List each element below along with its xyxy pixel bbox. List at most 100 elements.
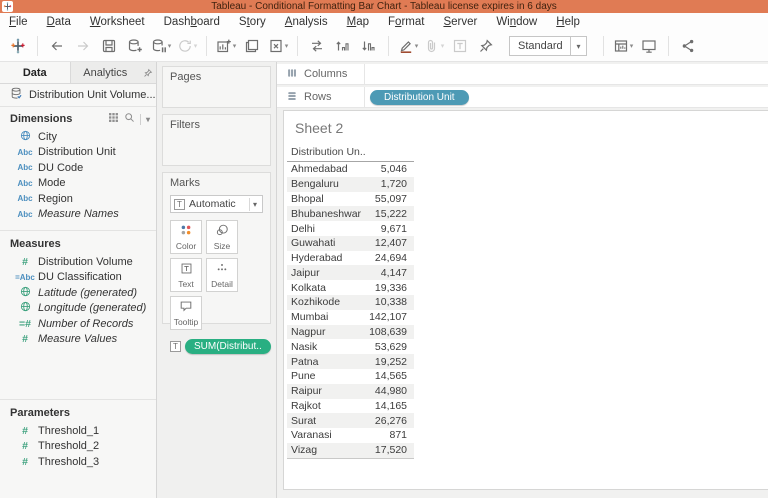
distribution-unit-pill[interactable]: Distribution Unit <box>370 90 469 105</box>
fix-axes-button[interactable] <box>475 34 497 58</box>
parameter-field-threshold-2[interactable]: #Threshold_2 <box>0 439 156 455</box>
presentation-mode-button[interactable] <box>638 34 660 58</box>
row-header-cell[interactable]: Jaipur <box>287 265 365 280</box>
dimension-field-region[interactable]: AbcRegion <box>0 191 156 207</box>
value-cell[interactable]: 26,276 <box>365 413 414 428</box>
sort-descending-button[interactable] <box>358 34 380 58</box>
dimension-field-city[interactable]: City <box>0 129 156 145</box>
dimension-field-mode[interactable]: AbcMode <box>0 176 156 192</box>
value-cell[interactable]: 12,407 <box>365 236 414 251</box>
row-header-cell[interactable]: Bengaluru <box>287 177 365 192</box>
filters-shelf[interactable]: Filters <box>162 114 271 166</box>
row-header-cell[interactable]: Nagpur <box>287 325 365 340</box>
row-header-cell[interactable]: Raipur <box>287 384 365 399</box>
value-cell[interactable]: 5,046 <box>365 162 414 177</box>
row-header-cell[interactable]: Patna <box>287 354 365 369</box>
row-header-cell[interactable]: Kozhikode <box>287 295 365 310</box>
highlight-button[interactable]: ▾ <box>397 34 419 58</box>
value-cell[interactable]: 55,097 <box>365 192 414 207</box>
menu-format[interactable]: Format <box>388 16 424 28</box>
dimension-field-measure-names[interactable]: AbcMeasure Names <box>0 207 156 223</box>
value-cell[interactable]: 871 <box>365 428 414 443</box>
row-header-cell[interactable]: Bhubaneshwar <box>287 206 365 221</box>
measure-field-distribution-volume[interactable]: #Distribution Volume <box>0 254 156 270</box>
datasource-item[interactable]: Distribution Unit Volume... <box>0 84 156 107</box>
tab-data[interactable]: Data <box>0 62 71 83</box>
mark-type-dropdown[interactable]: T Automatic ▾ <box>170 195 263 213</box>
value-cell[interactable]: 24,694 <box>365 251 414 266</box>
value-cell[interactable]: 53,629 <box>365 339 414 354</box>
tab-analytics[interactable]: Analytics <box>71 62 141 83</box>
pin-icon[interactable] <box>140 62 156 83</box>
undo-button[interactable] <box>46 34 68 58</box>
swap-rows-columns-button[interactable] <box>306 34 328 58</box>
value-cell[interactable]: 14,565 <box>365 369 414 384</box>
menu-window[interactable]: Window <box>496 16 537 28</box>
view-grid-icon[interactable] <box>108 112 119 126</box>
marks-detail-button[interactable]: Detail <box>206 258 238 292</box>
row-header-cell[interactable]: Nasik <box>287 339 365 354</box>
columns-shelf[interactable]: Columns <box>277 64 768 85</box>
menu-dashboard[interactable]: Dashboard <box>164 16 220 28</box>
fit-selector[interactable]: Standard▾ <box>509 36 587 56</box>
menu-help[interactable]: Help <box>556 16 580 28</box>
row-header-cell[interactable]: Bhopal <box>287 192 365 207</box>
tableau-logo[interactable] <box>7 34 29 58</box>
menu-story[interactable]: Story <box>239 16 266 28</box>
duplicate-sheet-button[interactable] <box>241 34 263 58</box>
dimension-field-distribution-unit[interactable]: AbcDistribution Unit <box>0 145 156 161</box>
row-header-cell[interactable]: Ahmedabad <box>287 162 365 177</box>
menu-data[interactable]: Data <box>47 16 71 28</box>
value-cell[interactable]: 17,520 <box>365 443 414 458</box>
marks-tooltip-button[interactable]: Tooltip <box>170 296 202 330</box>
value-cell[interactable]: 4,147 <box>365 265 414 280</box>
menu-file[interactable]: File <box>9 16 28 28</box>
row-header-cell[interactable]: Rajkot <box>287 399 365 414</box>
new-worksheet-button[interactable]: ▾ <box>215 34 237 58</box>
parameter-field-threshold-1[interactable]: #Threshold_1 <box>0 423 156 439</box>
value-cell[interactable]: 9,671 <box>365 221 414 236</box>
sort-ascending-button[interactable] <box>332 34 354 58</box>
measure-field-du-classification[interactable]: =AbcDU Classification <box>0 270 156 286</box>
row-header-cell[interactable]: Surat <box>287 413 365 428</box>
marks-text-button[interactable]: Text <box>170 258 202 292</box>
value-cell[interactable]: 108,639 <box>365 325 414 340</box>
value-cell[interactable]: 44,980 <box>365 384 414 399</box>
rows-shelf[interactable]: Rows Distribution Unit <box>277 87 768 108</box>
row-header-cell[interactable]: Delhi <box>287 221 365 236</box>
menu-server[interactable]: Server <box>443 16 477 28</box>
value-cell[interactable]: 1,720 <box>365 177 414 192</box>
marks-color-button[interactable]: Color <box>170 220 202 254</box>
row-header-cell[interactable]: Hyderabad <box>287 251 365 266</box>
search-icon[interactable] <box>124 112 135 126</box>
row-header-cell[interactable]: Pune <box>287 369 365 384</box>
menu-map[interactable]: Map <box>347 16 369 28</box>
menu-analysis[interactable]: Analysis <box>285 16 328 28</box>
table-column-header[interactable]: Distribution Un.. <box>287 145 414 162</box>
share-button[interactable] <box>677 34 699 58</box>
row-header-cell[interactable]: Varanasi <box>287 428 365 443</box>
parameter-field-threshold-3[interactable]: #Threshold_3 <box>0 454 156 470</box>
value-cell[interactable]: 14,165 <box>365 399 414 414</box>
sum-distribution-pill[interactable]: SUM(Distribut.. <box>185 339 271 354</box>
clear-sheet-button[interactable]: ▾ <box>267 34 289 58</box>
columns-shelf-body[interactable] <box>365 64 768 84</box>
chevron-down-icon[interactable]: ▾ <box>249 198 260 211</box>
value-cell[interactable]: 19,252 <box>365 354 414 369</box>
row-header-cell[interactable]: Kolkata <box>287 280 365 295</box>
value-cell[interactable]: 142,107 <box>365 310 414 325</box>
row-header-cell[interactable]: Guwahati <box>287 236 365 251</box>
pause-auto-updates-button[interactable]: ▾ <box>150 34 172 58</box>
new-datasource-button[interactable] <box>124 34 146 58</box>
show-hide-cards-button[interactable]: ▾ <box>612 34 634 58</box>
measure-field-latitude-generated[interactable]: Latitude (generated) <box>0 285 156 301</box>
row-header-cell[interactable]: Vizag <box>287 443 365 458</box>
pages-shelf[interactable]: Pages <box>162 66 271 108</box>
chevron-down-icon[interactable]: ▾ <box>570 37 586 55</box>
measure-field-longitude-generated[interactable]: Longitude (generated) <box>0 301 156 317</box>
value-cell[interactable]: 10,338 <box>365 295 414 310</box>
value-cell[interactable]: 19,336 <box>365 280 414 295</box>
menu-worksheet[interactable]: Worksheet <box>90 16 145 28</box>
value-cell[interactable]: 15,222 <box>365 206 414 221</box>
row-header-cell[interactable]: Mumbai <box>287 310 365 325</box>
